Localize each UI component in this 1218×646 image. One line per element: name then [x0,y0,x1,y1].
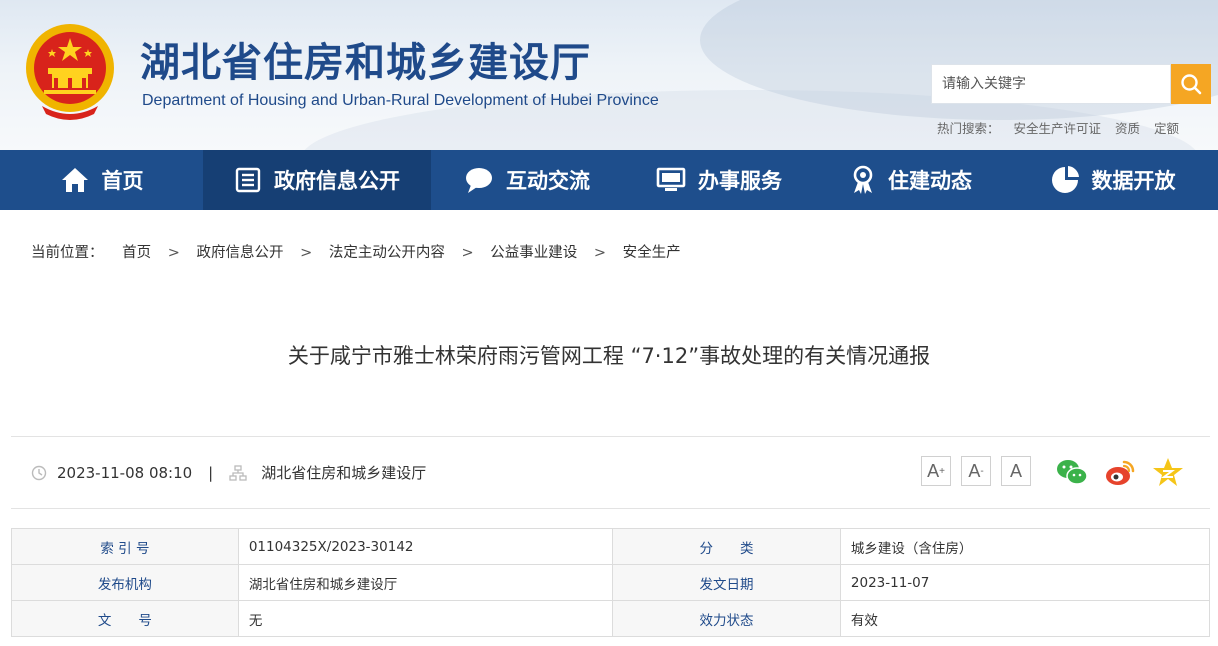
nav-item-interaction[interactable]: 互动交流 [431,150,623,210]
article-meta: 2023-11-08 08:10 | 湖北省住房和城乡建设厅 [31,462,426,483]
site-title: 湖北省住房和城乡建设厅 [140,39,591,86]
breadcrumb-gov-info[interactable]: 政府信息公开 [196,245,283,261]
meta-divider: | [208,463,214,482]
breadcrumb: 当前位置： 首页 > 政府信息公开 > 法定主动公开内容 > 公益事业建设 > … [31,241,681,262]
pie-chart-icon [1051,166,1079,193]
search-icon [1181,74,1202,95]
site-header: 湖北省住房和城乡建设厅 Department of Housing and Ur… [0,0,1218,150]
award-icon [853,165,873,194]
nav-item-label: 政府信息公开 [274,169,400,193]
search-box [931,64,1171,104]
breadcrumb-label: 当前位置： [31,245,104,261]
table-row: 文 号 无 效力状态 有效 [11,600,1211,637]
nav-item-label: 首页 [101,169,144,193]
issue-date-label: 发文日期 [612,564,841,601]
hot-keyword-qualification[interactable]: 资质 [1115,121,1140,136]
nav-item-open-data[interactable]: 数据开放 [1007,150,1218,210]
nav-item-label: 数据开放 [1091,169,1176,193]
article-title: 关于咸宁市雅士林荣府雨污管网工程 “7·12”事故处理的有关情况通报 [287,344,931,368]
breadcrumb-separator: > [593,245,606,261]
table-row: 发布机构 湖北省住房和城乡建设厅 发文日期 2023-11-07 [11,564,1211,601]
clock-icon [31,465,47,480]
breadcrumb-separator: > [167,245,180,261]
nav-item-gov-info[interactable]: 政府信息公开 [203,150,431,210]
index-number-label: 索 引 号 [11,528,239,565]
font-increase-mark: + [939,465,945,477]
breadcrumb-public-welfare[interactable]: 公益事业建设 [490,245,577,261]
divider [11,436,1210,437]
nav-item-label: 办事服务 [698,169,782,193]
table-row: 索 引 号 01104325X/2023-30142 分 类 城乡建设（含住房） [11,528,1211,565]
hot-keyword-safety-permit[interactable]: 安全生产许可证 [1014,121,1102,136]
font-increase-label: A [927,460,940,481]
issue-date-value: 2023-11-07 [839,564,1211,601]
national-emblem-icon [26,24,114,120]
publish-date: 2023-11-08 08:10 [57,463,193,482]
qzone-share-icon[interactable] [1152,457,1184,487]
font-reset-button[interactable]: A [1001,456,1031,486]
monitor-icon [656,167,686,191]
publisher-value: 湖北省住房和城乡建设厅 [237,564,614,601]
breadcrumb-home[interactable]: 首页 [122,245,151,261]
document-number-label: 文 号 [11,600,239,637]
validity-status-label: 效力状态 [612,600,841,637]
search-input[interactable] [932,65,1162,103]
font-decrease-button[interactable]: A- [961,456,991,486]
hot-search: 热门搜索： 安全生产许可证 资质 定额 [937,118,1189,137]
document-list-icon [235,167,261,193]
home-icon [61,168,88,192]
divider [11,508,1210,509]
nav-item-home[interactable]: 首页 [0,150,203,210]
nav-item-news[interactable]: 住建动态 [815,150,1007,210]
breadcrumb-separator: > [461,245,474,261]
breadcrumb-safety[interactable]: 安全生产 [623,245,681,261]
hot-keyword-quota[interactable]: 定额 [1154,121,1179,136]
font-decrease-mark: - [980,465,984,477]
publisher-label: 发布机构 [11,564,239,601]
breadcrumb-separator: > [300,245,313,261]
main-nav: 首页 政府信息公开 互动交流 办事服务 住建动态 数据开放 [0,150,1218,210]
font-decrease-label: A [968,460,981,481]
site-subtitle-english: Department of Housing and Urban-Rural De… [142,92,659,109]
document-info-table: 索 引 号 01104325X/2023-30142 分 类 城乡建设（含住房）… [11,528,1211,637]
org-structure-icon [229,464,247,481]
category-label: 分 类 [612,528,841,565]
index-number-value: 01104325X/2023-30142 [237,528,614,565]
hot-search-label: 热门搜索： [937,121,1000,136]
font-reset-label: A [1009,460,1022,481]
font-increase-button[interactable]: A + [921,456,951,486]
chat-bubble-icon [466,168,492,193]
weibo-share-icon[interactable] [1104,457,1136,487]
nav-item-services[interactable]: 办事服务 [623,150,815,210]
article-source: 湖北省住房和城乡建设厅 [261,464,427,482]
category-value: 城乡建设（含住房） [839,528,1211,565]
nav-item-label: 住建动态 [888,169,972,193]
nav-item-label: 互动交流 [506,169,590,193]
wechat-share-icon[interactable] [1056,457,1088,487]
breadcrumb-statutory[interactable]: 法定主动公开内容 [329,245,445,261]
validity-status-value: 有效 [839,600,1211,637]
search-button[interactable] [1171,64,1211,104]
document-number-value: 无 [237,600,614,637]
